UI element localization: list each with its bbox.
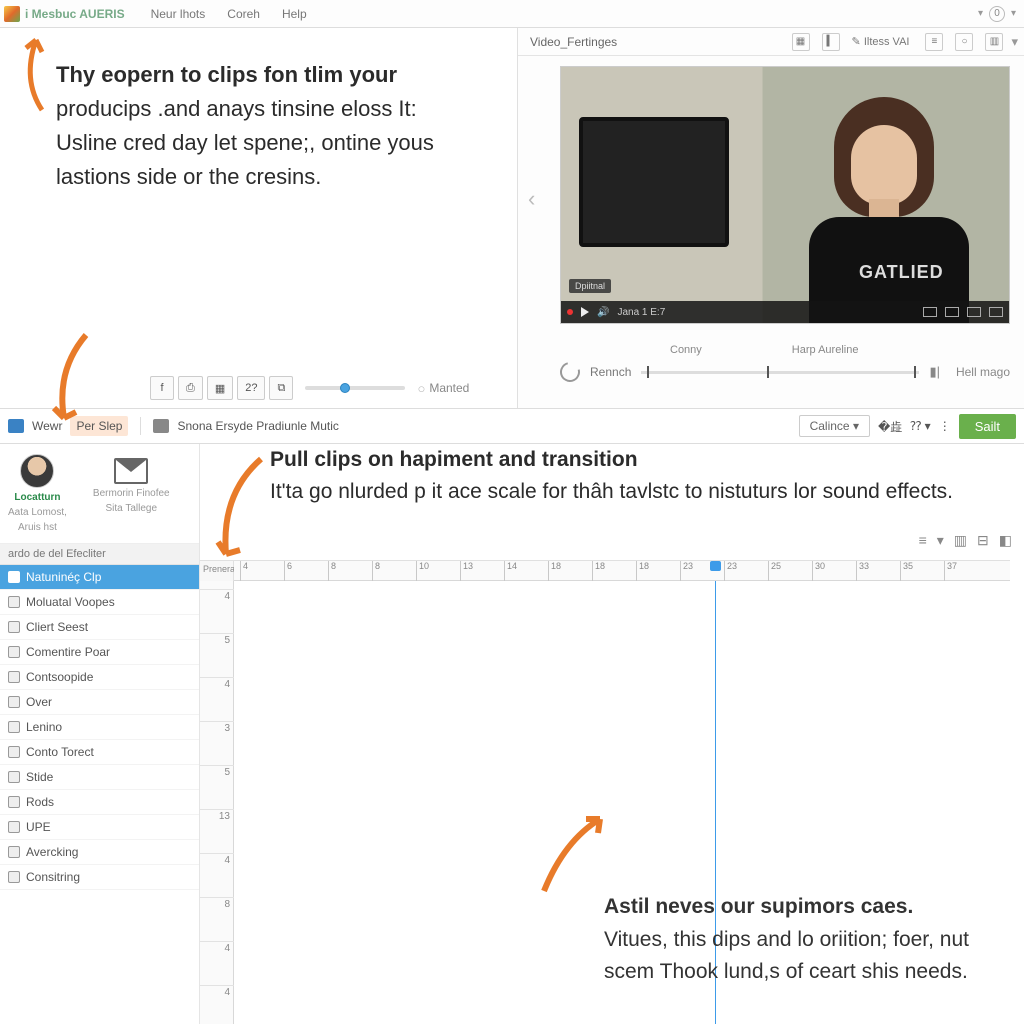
tree-item[interactable]: UPE bbox=[0, 815, 199, 840]
ruler-horizontal: 468810131418181823232530333537 bbox=[234, 561, 1010, 581]
counter-badge: 0 bbox=[989, 6, 1005, 22]
menu-item[interactable]: Coreh bbox=[217, 4, 270, 24]
video-preview[interactable]: GATLIED Dpiitnal 🔊 Jana 1 E:7 bbox=[560, 66, 1010, 324]
annotation-arrow-icon bbox=[206, 454, 276, 564]
grid-icon[interactable]: ▦ bbox=[792, 33, 810, 51]
tree-item[interactable]: Cliert Seest bbox=[0, 615, 199, 640]
fullscreen-icon[interactable] bbox=[989, 307, 1003, 317]
menu-item[interactable]: Help bbox=[272, 4, 317, 24]
sidebar: Locatturn Aata Lomost, Aruis hst Bermori… bbox=[0, 444, 200, 1024]
ruler-vertical: 45435134844 bbox=[200, 581, 234, 1024]
timeline-canvas[interactable]: Astil neves our supimors caes. Vitues, t… bbox=[234, 581, 1010, 1024]
dropdown[interactable]: Calince ▾ bbox=[799, 415, 870, 437]
cc-icon[interactable] bbox=[923, 307, 937, 317]
volume-icon[interactable]: 🔊 bbox=[597, 307, 609, 318]
app-title: i Mesbuc AUERIS bbox=[25, 7, 125, 21]
record-icon bbox=[567, 309, 573, 315]
ruler-corner: Prenerat bbox=[200, 561, 234, 581]
project-toolbar: Wewr Per Slep Snona Ersyde Pradiunle Mut… bbox=[0, 408, 1024, 444]
menubar: i Mesbuc AUERIS Neur lhots Coreh Help ▾ … bbox=[0, 0, 1024, 28]
chevron-down-icon[interactable]: ▾ bbox=[974, 8, 987, 19]
save-button[interactable]: Sailt bbox=[959, 414, 1016, 439]
annotation-text: Pull clips on hapiment and transition It… bbox=[270, 444, 994, 507]
video-controls: 🔊 Jana 1 E:7 bbox=[561, 301, 1009, 323]
user-icon[interactable]: ▍ bbox=[822, 33, 840, 51]
annotation-arrow-icon bbox=[534, 811, 614, 901]
tree-item[interactable]: Stide bbox=[0, 765, 199, 790]
menu-icon[interactable]: ⋮ bbox=[939, 419, 951, 433]
tool-button[interactable]: ▦ bbox=[207, 376, 233, 400]
scrub-bar: Conny Harp Aureline Rennch ▮| Hell mago bbox=[560, 344, 1010, 382]
tree-item[interactable]: Conto Torect bbox=[0, 740, 199, 765]
annotation-text: Astil neves our supimors caes. Vitues, t… bbox=[604, 891, 970, 989]
pause-end-icon: ▮| bbox=[929, 364, 940, 380]
chevron-down-icon[interactable]: ▾ bbox=[1011, 34, 1018, 50]
refresh-icon[interactable] bbox=[556, 358, 583, 385]
tree-header: ardo de del Efecliter bbox=[0, 544, 199, 565]
layout-icon[interactable]: ▥ bbox=[954, 532, 967, 549]
settings-icon[interactable] bbox=[945, 307, 959, 317]
play-icon[interactable] bbox=[581, 307, 589, 317]
tree-item[interactable]: Natuninéç Clp bbox=[0, 565, 199, 590]
new-icon[interactable] bbox=[8, 419, 24, 433]
chevron-down-icon[interactable]: ▾ bbox=[1007, 8, 1020, 19]
layout-icon[interactable]: ▥ bbox=[985, 33, 1003, 51]
tree-item[interactable]: Rods bbox=[0, 790, 199, 815]
tool-button[interactable]: ⎙ bbox=[178, 376, 203, 400]
scrub-end-label: Hell mago bbox=[956, 365, 1010, 379]
annotation-arrow-icon bbox=[2, 30, 62, 120]
doc-icon bbox=[153, 419, 169, 433]
mail-icon bbox=[114, 458, 148, 484]
settings-icon[interactable]: ≡ bbox=[925, 33, 943, 51]
clip-badge: Dpiitnal bbox=[569, 279, 611, 293]
annotation-arrow-icon bbox=[36, 330, 106, 430]
tool-button[interactable]: ⧉ bbox=[269, 376, 293, 400]
tree-item[interactable]: Avercking bbox=[0, 840, 199, 865]
preview-panel: Video_Fertinges ▦ ▍ ✎ Iltess VAI ≡ ○ ▥ ▾… bbox=[518, 28, 1024, 408]
tree-item[interactable]: Lenino bbox=[0, 715, 199, 740]
tool-button[interactable]: 2? bbox=[237, 376, 265, 400]
mini-toolbar: f ⎙ ▦ 2? ⧉ ○ Manted bbox=[150, 376, 507, 400]
tree-item[interactable]: Over bbox=[0, 690, 199, 715]
refresh-label: Rennch bbox=[590, 365, 631, 379]
canvas-toolbar: ≡ ▾ ▥ ⊟ ◧ bbox=[919, 532, 1012, 549]
panel-label: ✎ Iltess VAI bbox=[852, 35, 910, 48]
scrub-track[interactable] bbox=[641, 371, 919, 374]
chevron-left-icon[interactable]: ‹ bbox=[528, 186, 535, 212]
timeline-area: Pull clips on hapiment and transition It… bbox=[200, 444, 1024, 1024]
panel-icon[interactable]: ◧ bbox=[999, 532, 1012, 549]
tree-item[interactable]: Comentire Poar bbox=[0, 640, 199, 665]
effect-tree: Natuninéç Clp Moluatal Voopes Cliert See… bbox=[0, 565, 199, 890]
list-icon[interactable]: ≡ bbox=[919, 532, 927, 549]
share-icon[interactable]: �歮 bbox=[878, 418, 902, 435]
timeline[interactable]: Prenerat 468810131418181823232530333537 … bbox=[200, 560, 1010, 1024]
pip-icon[interactable] bbox=[967, 307, 981, 317]
profile-block[interactable]: Locatturn Aata Lomost, Aruis hst bbox=[8, 454, 67, 533]
tab-video[interactable]: Video_Fertinges bbox=[524, 31, 623, 53]
mail-block[interactable]: Bermorin Finofee Sita Tallege bbox=[93, 454, 170, 533]
annotation-text: Thy eopern to clips fon tlim your produc… bbox=[56, 58, 467, 194]
zoom-slider[interactable] bbox=[305, 386, 405, 390]
tree-item[interactable]: Consitring bbox=[0, 865, 199, 890]
scrub-label: Harp Aureline bbox=[792, 344, 859, 356]
minus-icon[interactable]: ⊟ bbox=[977, 532, 989, 549]
app-logo-icon bbox=[4, 6, 20, 22]
tree-item[interactable]: Contsoopide bbox=[0, 665, 199, 690]
timecode: Jana 1 E:7 bbox=[617, 307, 665, 318]
tool-button[interactable]: f bbox=[150, 376, 174, 400]
menu-item[interactable]: Neur lhots bbox=[141, 4, 216, 24]
chevron-down-icon[interactable]: ▾ bbox=[937, 532, 944, 549]
help-icon[interactable]: ⁇ ▾ bbox=[910, 419, 930, 433]
circle-icon[interactable]: ○ bbox=[955, 33, 973, 51]
preview-tabbar: Video_Fertinges ▦ ▍ ✎ Iltess VAI ≡ ○ ▥ ▾ bbox=[518, 28, 1024, 56]
avatar bbox=[20, 454, 54, 488]
scrub-label: Conny bbox=[670, 344, 702, 356]
tree-item[interactable]: Moluatal Voopes bbox=[0, 590, 199, 615]
slider-label: Manted bbox=[429, 381, 469, 395]
project-label: Snona Ersyde Pradiunle Mutic bbox=[177, 419, 338, 433]
